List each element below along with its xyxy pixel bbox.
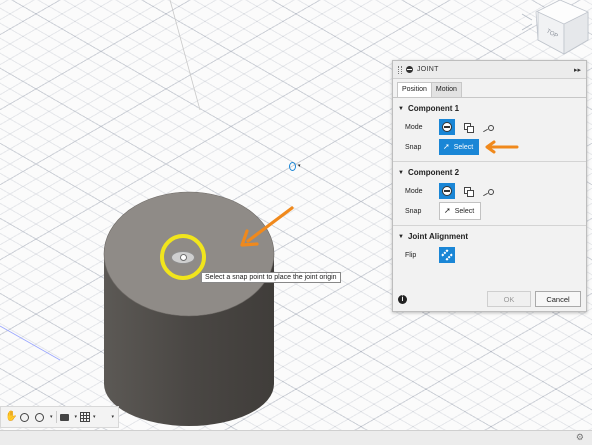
joint-alignment-section: ▼ Joint Alignment Flip [393, 226, 586, 269]
mode-label: Mode [405, 187, 423, 195]
component-2-header[interactable]: ▼ Component 2 [393, 162, 586, 181]
component-2-mode-row: Mode [393, 181, 586, 201]
joint-tabs: Position Motion [393, 79, 586, 98]
grid-settings-icon[interactable] [80, 412, 91, 422]
joint-icon [406, 66, 413, 73]
mode-center-icon [483, 122, 495, 133]
annotation-arrow-panel [485, 140, 519, 154]
ok-button[interactable]: OK [487, 291, 531, 307]
component-2-section: ▼ Component 2 Mode Snap ➚ Select [393, 162, 586, 226]
display-settings-icon[interactable] [60, 411, 72, 423]
view-cube[interactable]: TOP [520, 0, 592, 56]
mode-between-icon [463, 186, 474, 197]
flip-button[interactable] [439, 247, 455, 263]
mode-center-button[interactable] [481, 119, 497, 135]
expand-icon[interactable]: ▸▸ [574, 66, 581, 74]
snap-label: Snap [405, 207, 422, 215]
joint-dialog-title: JOINT [417, 66, 439, 73]
component-1-title: Component 1 [407, 104, 460, 113]
tab-position[interactable]: Position [397, 82, 432, 97]
flip-icon [441, 249, 453, 261]
zoom-icon[interactable] [35, 411, 47, 423]
chevron-down-icon[interactable]: ▾ [75, 414, 78, 420]
hand-pan-icon[interactable] [5, 411, 17, 423]
zoom-window-icon[interactable] [20, 411, 32, 423]
mode-simple-button[interactable] [439, 119, 455, 135]
toolbar-divider [55, 411, 57, 423]
component-2-snap-row: Snap ➚ Select [393, 201, 586, 221]
collapse-triangle-icon[interactable]: ▼ [398, 106, 404, 112]
mode-between-icon [463, 122, 474, 133]
snap-point-marker[interactable] [171, 251, 195, 264]
joint-dialog-header[interactable]: JOINT ▸▸ [393, 61, 586, 79]
chevron-down-icon[interactable]: ▾ [112, 414, 115, 420]
mode-label: Mode [405, 123, 423, 131]
mode-center-icon [483, 186, 495, 197]
cancel-button[interactable]: Cancel [535, 291, 581, 307]
component-1-mode-row: Mode [393, 117, 586, 137]
joint-origin-chip[interactable]: ▾ [285, 158, 309, 174]
component-1-header[interactable]: ▼ Component 1 [393, 98, 586, 117]
mode-center-button[interactable] [481, 183, 497, 199]
axis-line-blue [0, 325, 61, 361]
tab-motion[interactable]: Motion [430, 82, 462, 97]
info-icon[interactable]: i [398, 294, 407, 304]
joint-alignment-header[interactable]: ▼ Joint Alignment [393, 226, 586, 245]
snap-label: Snap [405, 143, 422, 151]
joint-alignment-title: Joint Alignment [407, 232, 469, 241]
gear-icon[interactable]: ⚙ [576, 432, 584, 443]
drag-grip-icon[interactable] [398, 65, 402, 74]
joint-origin-icon [289, 161, 296, 171]
mode-between-button[interactable] [460, 119, 476, 135]
chevron-down-icon[interactable]: ▾ [50, 414, 53, 420]
flip-row: Flip [393, 245, 586, 265]
navigation-toolbar: ▾ ▾ ▾ ▾ [0, 406, 120, 428]
mode-simple-icon [442, 122, 452, 132]
bottom-status-bar: ⚙ [0, 430, 592, 445]
select-cursor-icon: ➚ [443, 142, 450, 151]
joint-dialog-footer: i OK Cancel [393, 287, 586, 311]
viewport-tooltip: Select a snap point to place the joint o… [201, 272, 341, 283]
select-cursor-icon: ➚ [444, 206, 451, 215]
select-button-label: Select [453, 143, 474, 151]
chevron-down-icon[interactable]: ▾ [93, 414, 96, 420]
mode-simple-button[interactable] [439, 183, 455, 199]
joint-dialog: JOINT ▸▸ Position Motion ▼ Component 1 M… [392, 60, 587, 312]
flip-label: Flip [405, 251, 417, 259]
component-1-section: ▼ Component 1 Mode Snap ➚ Select [393, 98, 586, 162]
collapse-triangle-icon[interactable]: ▼ [398, 170, 404, 176]
viewports-icon[interactable] [99, 412, 109, 422]
component-1-select-button[interactable]: ➚ Select [439, 139, 480, 155]
collapse-triangle-icon[interactable]: ▼ [398, 234, 404, 240]
select-button-label: Select [454, 207, 475, 215]
component-2-select-button[interactable]: ➚ Select [439, 202, 482, 220]
mode-between-button[interactable] [460, 183, 476, 199]
axis-line-grey [169, 0, 201, 111]
chevron-down-icon: ▾ [298, 163, 301, 169]
mode-simple-icon [442, 186, 452, 196]
component-1-snap-row: Snap ➚ Select [393, 137, 586, 157]
component-2-title: Component 2 [407, 168, 460, 177]
